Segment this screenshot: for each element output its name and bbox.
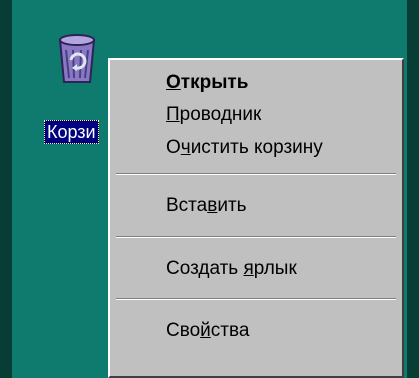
context-menu: Открыть Проводник Очистить корзину Встав… [108, 58, 404, 378]
menu-item-open[interactable]: Открыть [110, 66, 402, 100]
recycle-bin-icon [58, 34, 96, 83]
menu-item-paste[interactable]: Вставить [110, 189, 402, 223]
menu-item-create-shortcut[interactable]: Создать ярлык [110, 252, 402, 286]
recycle-bin[interactable] [42, 22, 102, 102]
menu-item-properties[interactable]: Свойства [110, 314, 402, 348]
menu-separator [116, 173, 396, 175]
recycle-bin-label[interactable]: Корзи [44, 120, 99, 144]
menu-separator [116, 236, 396, 238]
desktop: Корзи Открыть Проводник Очистить корзину… [12, 0, 407, 378]
menu-item-explorer[interactable]: Проводник [110, 98, 402, 132]
menu-separator [116, 298, 396, 300]
menu-item-empty-recycle-bin[interactable]: Очистить корзину [110, 131, 402, 165]
